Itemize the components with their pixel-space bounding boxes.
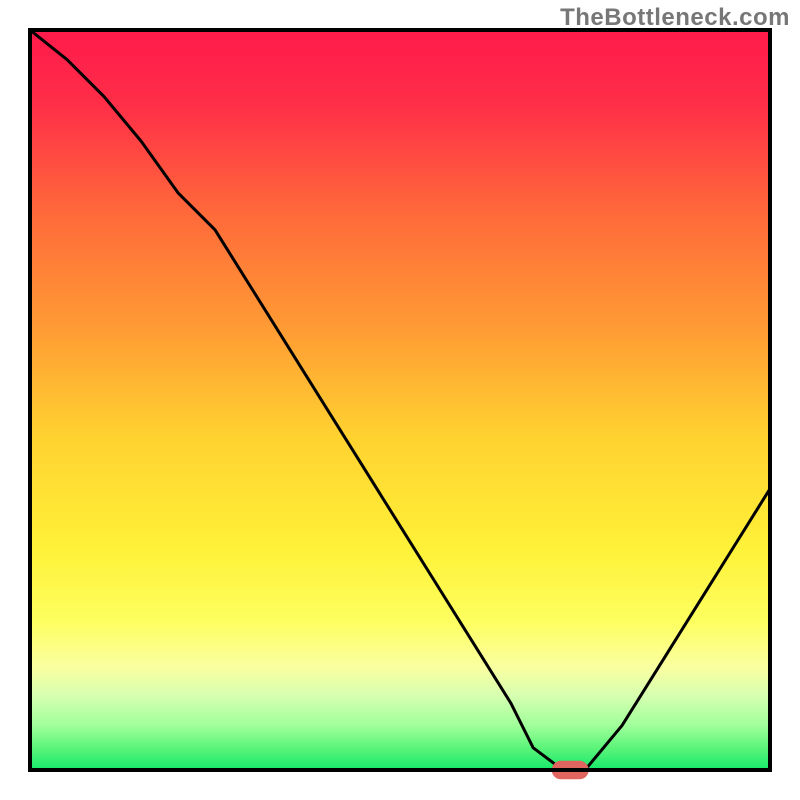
watermark-label: TheBottleneck.com: [560, 4, 790, 32]
bottleneck-chart: [0, 0, 800, 800]
chart-container: TheBottleneck.com: [0, 0, 800, 800]
